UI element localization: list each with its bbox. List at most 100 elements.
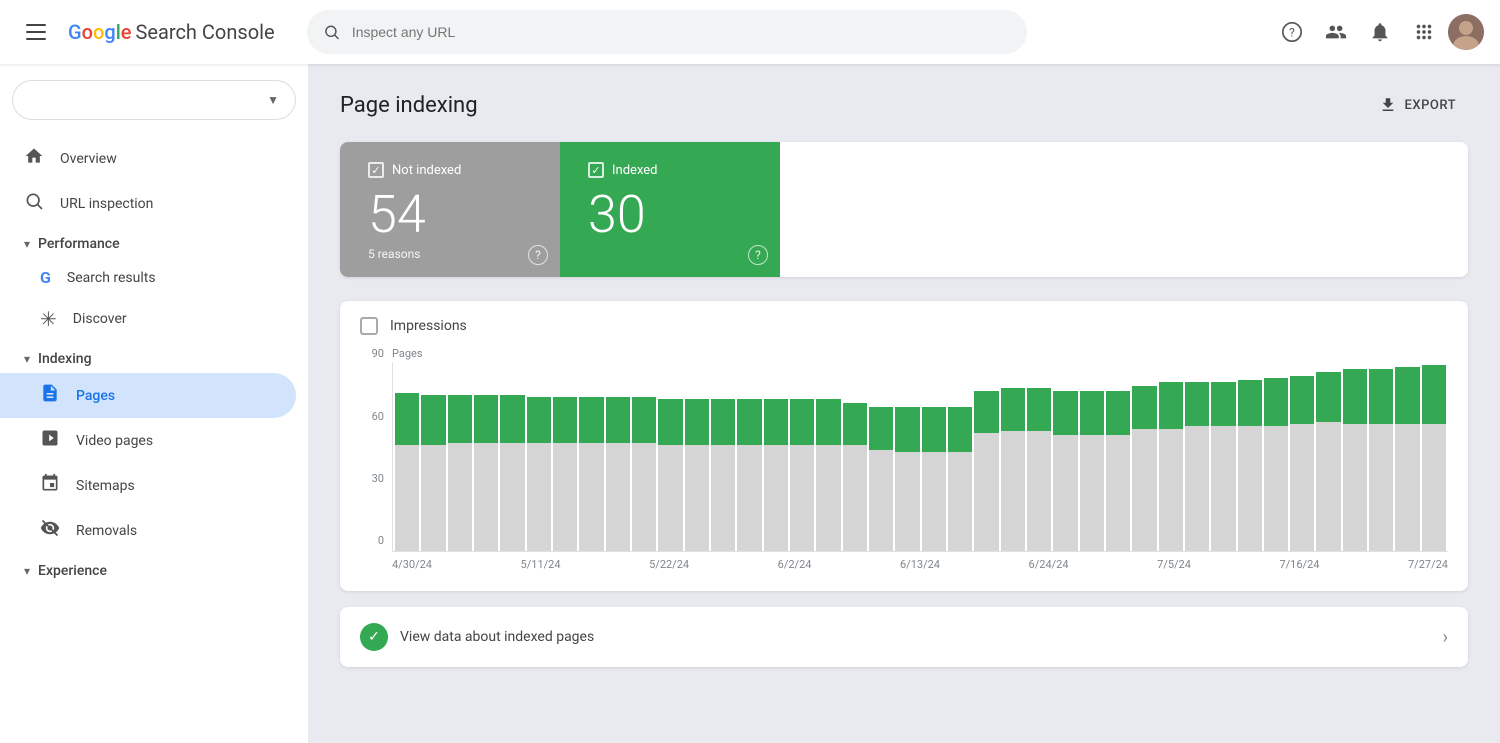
- x-label: 4/30/24: [392, 558, 432, 571]
- bar-group: [711, 362, 735, 551]
- search-bar[interactable]: [307, 10, 1027, 54]
- sidebar-item-video-pages[interactable]: Video pages: [0, 418, 296, 463]
- bar-group: [1106, 362, 1130, 551]
- y-label: 90: [360, 347, 384, 360]
- bar-group: [658, 362, 682, 551]
- bar-group: [737, 362, 761, 551]
- indexed-help-icon[interactable]: ?: [748, 245, 768, 265]
- grid-button[interactable]: [1404, 12, 1444, 52]
- indexed-card: Indexed 30 ?: [560, 142, 780, 277]
- chart-wrapper: 90 60 30 0 Pages 4/30/245/11/245/22/246/…: [360, 347, 1448, 571]
- bar-group: [1080, 362, 1104, 551]
- bar-group: [869, 362, 893, 551]
- bar-group: [1001, 362, 1025, 551]
- sidebar-item-removals[interactable]: Removals: [0, 508, 296, 553]
- sidebar-item-url-inspection[interactable]: URL inspection: [0, 181, 296, 226]
- search-icon: [323, 23, 340, 41]
- chevron-icon: ▾: [24, 237, 30, 251]
- bar-group: [948, 362, 972, 551]
- export-button[interactable]: EXPORT: [1367, 88, 1468, 122]
- sidebar-item-label: Discover: [73, 311, 127, 327]
- home-icon: [24, 146, 44, 171]
- bar-group: [764, 362, 788, 551]
- property-selector[interactable]: ▼: [12, 80, 296, 120]
- search-small-icon: [24, 191, 44, 216]
- bar-group: [1027, 362, 1051, 551]
- bar-group: [1185, 362, 1209, 551]
- x-label: 6/2/24: [778, 558, 812, 571]
- bar-group: [1343, 362, 1367, 551]
- bar-group: [500, 362, 524, 551]
- section-label: Experience: [38, 563, 107, 579]
- removals-icon: [40, 518, 60, 543]
- green-check-icon: ✓: [360, 623, 388, 651]
- page-title: Page indexing: [340, 93, 478, 118]
- sidebar: ▼ Overview URL inspection ▾ Performance …: [0, 64, 308, 743]
- bar-group: [1132, 362, 1156, 551]
- sidebar-item-discover[interactable]: ✳ Discover: [0, 297, 296, 341]
- not-indexed-count: 54: [368, 186, 532, 243]
- video-icon: [40, 428, 60, 453]
- x-label: 7/16/24: [1279, 558, 1319, 571]
- sidebar-item-label: Overview: [60, 151, 117, 167]
- bar-group: [606, 362, 630, 551]
- bar-group: [1053, 362, 1077, 551]
- impressions-row: Impressions: [360, 317, 1448, 335]
- x-label: 6/24/24: [1029, 558, 1069, 571]
- sidebar-item-label: Pages: [76, 388, 115, 404]
- not-indexed-checkbox[interactable]: [368, 162, 384, 178]
- bell-button[interactable]: [1360, 12, 1400, 52]
- indexed-checkbox[interactable]: [588, 162, 604, 178]
- bar-group: [1422, 362, 1446, 551]
- bar-group: [1264, 362, 1288, 551]
- section-label: Performance: [38, 236, 120, 252]
- sidebar-item-sitemaps[interactable]: Sitemaps: [0, 463, 296, 508]
- section-experience[interactable]: ▾ Experience: [0, 553, 308, 585]
- help-button[interactable]: ?: [1272, 12, 1312, 52]
- google-g-icon: G: [40, 268, 51, 287]
- search-input[interactable]: [352, 24, 1011, 40]
- x-label: 7/27/24: [1408, 558, 1448, 571]
- section-label: Indexing: [38, 351, 91, 367]
- hamburger-button[interactable]: [16, 12, 56, 52]
- bar-group: [1369, 362, 1393, 551]
- y-label: 60: [360, 410, 384, 423]
- impressions-checkbox[interactable]: [360, 317, 378, 335]
- x-label: 7/5/24: [1157, 558, 1191, 571]
- sidebar-item-search-results[interactable]: G Search results: [0, 258, 296, 297]
- section-performance[interactable]: ▾ Performance: [0, 226, 308, 258]
- not-indexed-card: Not indexed 54 5 reasons ?: [340, 142, 560, 277]
- chevron-icon: ▾: [24, 564, 30, 578]
- bar-group: [1316, 362, 1340, 551]
- sitemaps-icon: [40, 473, 60, 498]
- main-layout: ▼ Overview URL inspection ▾ Performance …: [0, 64, 1500, 743]
- chart-body: Pages 4/30/245/11/245/22/246/2/246/13/24…: [392, 347, 1448, 571]
- people-button[interactable]: [1316, 12, 1356, 52]
- impressions-label: Impressions: [390, 318, 467, 334]
- y-axis: 90 60 30 0: [360, 347, 392, 547]
- section-indexing[interactable]: ▾ Indexing: [0, 341, 308, 373]
- sidebar-item-pages[interactable]: Pages: [0, 373, 296, 418]
- bar-group: [816, 362, 840, 551]
- indexed-count: 30: [588, 186, 752, 243]
- bar-group: [553, 362, 577, 551]
- view-data-row[interactable]: ✓ View data about indexed pages ›: [340, 607, 1468, 667]
- x-label: 5/11/24: [521, 558, 561, 571]
- avatar[interactable]: [1448, 14, 1484, 50]
- not-indexed-help-icon[interactable]: ?: [528, 245, 548, 265]
- view-data-text: View data about indexed pages: [400, 629, 1431, 645]
- bar-group: [527, 362, 551, 551]
- bar-group: [395, 362, 419, 551]
- svg-text:?: ?: [1289, 26, 1295, 40]
- bar-group: [579, 362, 603, 551]
- bar-group: [1238, 362, 1262, 551]
- sidebar-item-overview[interactable]: Overview: [0, 136, 296, 181]
- bar-group: [1395, 362, 1419, 551]
- top-header: Google Search Console ?: [0, 0, 1500, 64]
- bar-group: [421, 362, 445, 551]
- y-label: 0: [360, 534, 384, 547]
- bar-group: [1290, 362, 1314, 551]
- bar-group: [632, 362, 656, 551]
- brand-logo: Google Search Console: [68, 20, 275, 44]
- sidebar-item-label: Sitemaps: [76, 478, 135, 494]
